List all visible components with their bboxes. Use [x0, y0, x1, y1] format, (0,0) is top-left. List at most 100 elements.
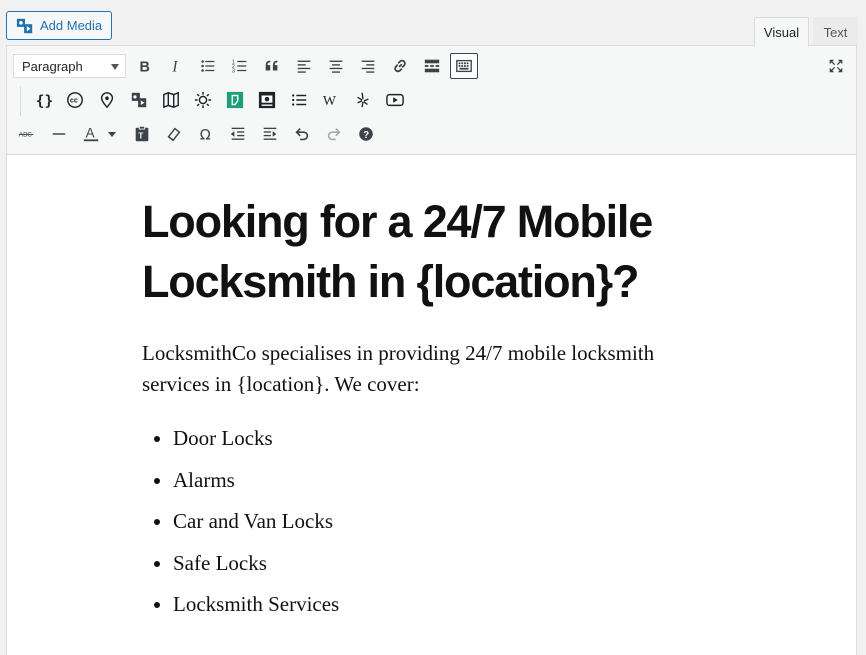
fullscreen-button[interactable]	[822, 53, 850, 79]
camera-badge-button[interactable]	[253, 87, 281, 113]
map-pin-icon	[100, 92, 114, 109]
horizontal-line-icon	[52, 133, 66, 135]
svg-text:T: T	[138, 132, 143, 141]
sun-button[interactable]	[189, 87, 217, 113]
paste-text-button[interactable]: T	[128, 121, 156, 147]
list-item: Locksmith Services	[173, 590, 702, 618]
list-icon	[291, 94, 307, 106]
special-character-button[interactable]: Ω	[192, 121, 220, 147]
creative-commons-button[interactable]: cc	[61, 87, 89, 113]
special-character-icon: Ω	[200, 127, 211, 143]
svg-text:A: A	[86, 126, 95, 141]
youtube-button[interactable]	[381, 87, 409, 113]
undo-button[interactable]	[288, 121, 316, 147]
bullet-list-icon	[201, 60, 215, 72]
camera-badge-icon	[258, 91, 276, 109]
svg-text:{}: {}	[36, 93, 52, 109]
plugin-green-button[interactable]	[221, 87, 249, 113]
tab-text[interactable]: Text	[813, 17, 858, 46]
list-item: Alarms	[173, 466, 702, 494]
list-item: Safe Locks	[173, 549, 702, 577]
paste-text-icon: T	[135, 125, 149, 142]
list-item: Car and Van Locks	[173, 507, 702, 535]
tab-text-label: Text	[823, 24, 848, 40]
yelp-button[interactable]	[349, 87, 377, 113]
list-button[interactable]	[285, 87, 313, 113]
link-icon	[394, 59, 406, 73]
read-more-button[interactable]	[418, 53, 446, 79]
text-color-dropdown[interactable]	[105, 121, 119, 147]
svg-text:B: B	[140, 59, 150, 75]
svg-text:3: 3	[232, 68, 235, 74]
read-more-icon	[424, 59, 440, 73]
editor-content[interactable]: Looking for a 24/7 Mobile Locksmith in {…	[142, 192, 702, 632]
youtube-icon	[386, 93, 404, 107]
content-list: Door Locks Alarms Car and Van Locks Safe…	[142, 424, 702, 618]
align-left-icon	[297, 60, 311, 73]
svg-text:?: ?	[363, 130, 369, 141]
help-icon: ?	[359, 127, 373, 141]
editor-toolbar: Paragraph B I 123 {} cc W ABC A T Ω ?	[7, 46, 856, 155]
strikethrough-icon: ABC	[18, 132, 34, 139]
clear-formatting-icon	[167, 127, 181, 142]
align-right-icon	[361, 60, 375, 73]
wikipedia-button[interactable]: W	[317, 87, 345, 113]
bold-icon: B	[140, 59, 150, 75]
horizontal-line-button[interactable]	[45, 121, 73, 147]
bold-button[interactable]: B	[130, 53, 158, 79]
media-gallery-icon	[131, 92, 147, 108]
creative-commons-icon: cc	[67, 92, 83, 108]
format-select[interactable]: Paragraph	[13, 54, 126, 78]
redo-button[interactable]	[320, 121, 348, 147]
align-left-button[interactable]	[290, 53, 318, 79]
fullscreen-icon	[829, 59, 843, 73]
svg-text:ABC: ABC	[19, 132, 32, 139]
strikethrough-button[interactable]: ABC	[13, 121, 41, 147]
map-pin-button[interactable]	[93, 87, 121, 113]
text-color-button[interactable]: A	[79, 121, 103, 147]
toolbar-toggle-icon	[456, 59, 472, 73]
link-button[interactable]	[386, 53, 414, 79]
shortcode-button[interactable]: {}	[29, 87, 57, 113]
numbered-list-icon: 123	[232, 59, 247, 74]
align-center-icon	[329, 60, 343, 73]
italic-button[interactable]: I	[162, 53, 190, 79]
svg-text:cc: cc	[70, 96, 78, 105]
map-button[interactable]	[157, 87, 185, 113]
editor: Paragraph B I 123 {} cc W ABC A T Ω ? Lo…	[6, 45, 857, 655]
help-button[interactable]: ?	[352, 121, 380, 147]
toolbar-toggle-button[interactable]	[450, 53, 478, 79]
chevron-down-icon	[111, 64, 119, 70]
blockquote-icon	[265, 60, 278, 71]
italic-icon: I	[171, 58, 178, 75]
bullet-list-button[interactable]	[194, 53, 222, 79]
indent-icon	[263, 127, 277, 140]
plugin-green-icon	[226, 91, 244, 109]
align-center-button[interactable]	[322, 53, 350, 79]
outdent-icon	[230, 127, 245, 140]
toolbar-divider	[20, 86, 21, 116]
tab-visual[interactable]: Visual	[754, 17, 809, 47]
add-media-label: Add Media	[40, 18, 103, 33]
clear-formatting-button[interactable]	[160, 121, 188, 147]
map-icon	[163, 91, 179, 109]
svg-text:W: W	[323, 94, 337, 109]
indent-button[interactable]	[256, 121, 284, 147]
sun-icon	[194, 91, 212, 109]
align-right-button[interactable]	[354, 53, 382, 79]
media-gallery-button[interactable]	[125, 87, 153, 113]
blockquote-button[interactable]	[258, 53, 286, 79]
text-color-icon: A	[83, 126, 99, 142]
shortcode-braces-icon: {}	[36, 93, 52, 109]
yelp-icon	[357, 92, 369, 108]
format-select-value: Paragraph	[22, 58, 83, 74]
redo-icon	[327, 128, 341, 141]
content-paragraph: LocksmithCo specialises in providing 24/…	[142, 341, 655, 396]
svg-text:I: I	[171, 58, 178, 75]
numbered-list-button[interactable]: 123	[226, 53, 254, 79]
list-item: Door Locks	[173, 424, 702, 452]
content-heading: Looking for a 24/7 Mobile Locksmith in {…	[142, 196, 653, 307]
media-icon	[16, 18, 33, 33]
outdent-button[interactable]	[224, 121, 252, 147]
add-media-button[interactable]: Add Media	[6, 11, 112, 40]
